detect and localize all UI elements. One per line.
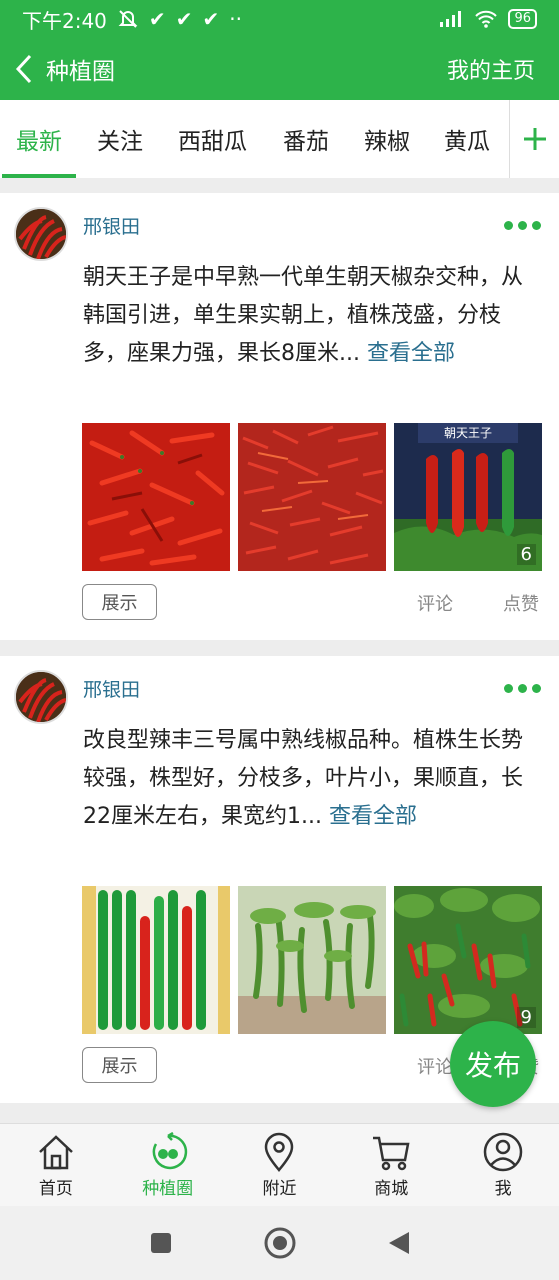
show-button[interactable]: 展示: [82, 1047, 157, 1083]
my-home-link[interactable]: 我的主页: [447, 53, 535, 85]
post-card: 邢银田 朝天王子是中早熟一代单生朝天椒杂交种，从韩国引进，单生果实朝上，植株茂盛…: [0, 193, 559, 640]
mute-icon: [118, 10, 138, 28]
comment-button[interactable]: 评论: [417, 1053, 453, 1079]
status-bar: 下午2:40 ✔ ✔ ✔ ·· 96: [0, 0, 559, 38]
post-photo[interactable]: 朝天王子 6: [394, 423, 542, 571]
check-icon: ✔: [202, 7, 220, 31]
post-photo[interactable]: [238, 886, 386, 1034]
view-all-link[interactable]: 查看全部: [329, 804, 417, 829]
bottom-nav: 首页 种植圈 附近 商城 我: [0, 1123, 559, 1206]
nav-me[interactable]: 我: [447, 1124, 559, 1206]
nav-nearby[interactable]: 附近: [224, 1124, 336, 1206]
post-photo[interactable]: [82, 886, 230, 1034]
tab-tomato[interactable]: 番茄: [283, 100, 329, 178]
post-photo[interactable]: 9: [394, 886, 542, 1034]
status-time: 下午2:40: [22, 8, 107, 33]
check-icon: ✔: [148, 7, 166, 31]
add-tab-button[interactable]: [509, 100, 559, 178]
nav-planting-circle[interactable]: 种植圈: [112, 1124, 224, 1206]
photo-caption: 朝天王子: [444, 426, 492, 440]
active-tab-indicator: [2, 174, 76, 178]
planting-circle-icon: [152, 1131, 187, 1169]
view-all-link[interactable]: 查看全部: [367, 341, 455, 366]
post-text: 改良型辣丰三号属中熟线椒品种。植株生长势较强，株型好，分枝多，叶片小，果顺直，长…: [83, 728, 524, 829]
app-header: 种植圈 我的主页: [0, 38, 559, 100]
signal-icon: [440, 11, 462, 27]
show-button[interactable]: 展示: [82, 584, 157, 620]
home-circle-icon[interactable]: [263, 1226, 297, 1260]
tab-following[interactable]: 关注: [97, 100, 143, 178]
back-triangle-icon[interactable]: [387, 1230, 411, 1256]
recents-icon[interactable]: [149, 1231, 173, 1255]
more-notifications-icon: ··: [229, 7, 242, 31]
home-icon: [39, 1134, 73, 1169]
avatar[interactable]: [14, 207, 68, 261]
tab-melons[interactable]: 西甜瓜: [178, 100, 247, 178]
user-icon: [483, 1132, 523, 1171]
location-icon: [265, 1132, 294, 1172]
post-photo[interactable]: [238, 423, 386, 571]
tab-latest[interactable]: 最新: [2, 100, 76, 178]
battery-icon: 96: [508, 9, 537, 29]
tab-cucumber[interactable]: 黄瓜: [444, 100, 490, 178]
post-photos: 9: [82, 886, 542, 1034]
post-author[interactable]: 邢银田: [83, 212, 140, 239]
category-tabs: 最新 关注 西甜瓜 番茄 辣椒 黄瓜: [0, 100, 559, 178]
post-text: 朝天王子是中早熟一代单生朝天椒杂交种，从韩国引进，单生果实朝上，植株茂盛，分枝多…: [83, 265, 524, 366]
tab-pepper[interactable]: 辣椒: [364, 100, 410, 178]
back-button[interactable]: [2, 38, 46, 100]
photo-count: 6: [516, 544, 536, 565]
check-icon: ✔: [175, 7, 193, 31]
like-button[interactable]: 点赞: [503, 590, 539, 616]
post-author[interactable]: 邢银田: [83, 675, 140, 702]
system-nav-bar: [0, 1206, 559, 1280]
comment-button[interactable]: 评论: [417, 590, 453, 616]
nav-home[interactable]: 首页: [0, 1124, 112, 1206]
nav-mall[interactable]: 商城: [335, 1124, 447, 1206]
photo-count: 9: [516, 1007, 536, 1028]
avatar[interactable]: [14, 670, 68, 724]
publish-button[interactable]: 发布: [450, 1021, 536, 1107]
cart-icon: [373, 1136, 410, 1170]
post-photos: 朝天王子 6: [82, 423, 542, 571]
post-photo[interactable]: [82, 423, 230, 571]
page-title: 种植圈: [46, 59, 115, 85]
plus-icon: [523, 128, 546, 150]
chevron-left-icon: [15, 54, 32, 84]
more-options-button[interactable]: [504, 684, 541, 693]
more-options-button[interactable]: [504, 221, 541, 230]
wifi-icon: [475, 10, 498, 28]
